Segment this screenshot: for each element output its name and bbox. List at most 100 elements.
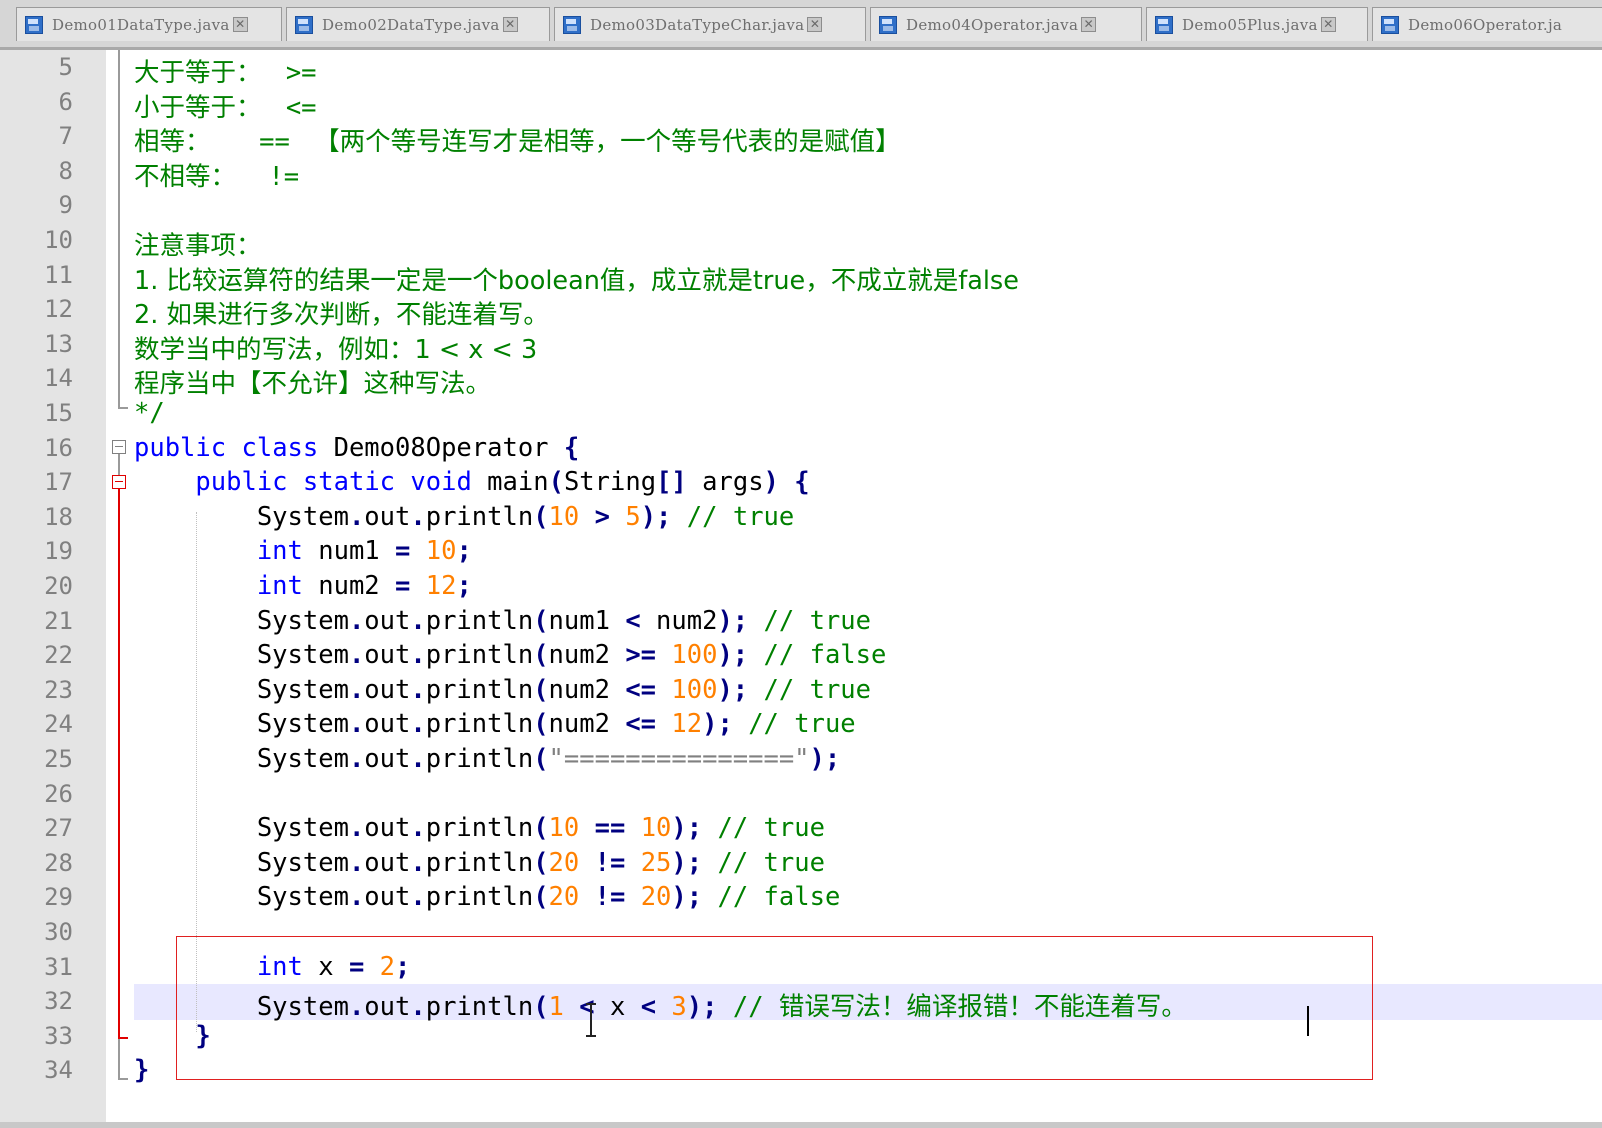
line-number: 10 (44, 226, 73, 254)
code-token: ); (702, 709, 733, 740)
code-token: } (134, 1055, 150, 1086)
code-token: = (395, 536, 411, 567)
code-token: == (259, 127, 290, 158)
code-line[interactable]: 24 System.out.println(num2 <= 12); // tr… (0, 707, 1602, 742)
code-token: ( (533, 709, 549, 740)
code-line[interactable]: 5 大于等于： >= (0, 50, 1602, 88)
code-line[interactable]: 10 注意事项： (0, 223, 1602, 261)
tab-demo02datatype[interactable]: Demo02DataType.java ✕ (286, 7, 550, 41)
status-border (0, 1122, 1602, 1128)
code-token: class (241, 432, 319, 463)
close-icon[interactable]: ✕ (502, 17, 518, 32)
code-text: System.out.println(num1 < num2); // true (134, 606, 871, 636)
code-token: { (794, 467, 810, 498)
code-token: num2 (548, 640, 626, 671)
code-text: public static void main(String[] args) { (134, 467, 810, 498)
code-token: 不相等： (134, 161, 269, 192)
close-icon[interactable]: ✕ (1320, 17, 1336, 32)
code-line[interactable]: 14 程序当中【不允许】这种写法。 (0, 361, 1602, 400)
code-line[interactable]: 27 System.out.println(10 == 10); // true (0, 811, 1602, 846)
code-token: 5 (625, 501, 641, 532)
code-text: */ (134, 398, 165, 428)
tab-label: Demo02DataType.java (322, 15, 500, 34)
code-text: int num2 = 12; (134, 571, 472, 601)
code-text: System.out.println(20 != 25); // true (134, 848, 825, 878)
tab-label: Demo03DataTypeChar.java (590, 15, 805, 34)
code-line[interactable]: 28 System.out.println(20 != 25); // true (0, 846, 1602, 881)
code-token: System (134, 640, 349, 671)
code-line[interactable]: 6 小于等于： <= (0, 85, 1602, 123)
code-token: 程序当中【不允许】这种写法。 (134, 369, 492, 400)
java-file-icon (563, 15, 581, 34)
tab-demo05plus[interactable]: Demo05Plus.java ✕ (1146, 7, 1368, 41)
code-line[interactable]: 9 (0, 188, 1602, 223)
line-number: 20 (44, 572, 73, 600)
code-line[interactable]: 12 2. 如果进行多次判断，不能连着写。 (0, 292, 1602, 330)
code-line[interactable]: 23 System.out.println(num2 <= 100); // t… (0, 673, 1602, 708)
code-token: 20 (640, 882, 672, 913)
code-line[interactable]: 15 */ (0, 396, 1602, 431)
close-icon[interactable]: ✕ (232, 17, 248, 32)
code-line[interactable]: 19 int num1 = 10; (0, 534, 1602, 569)
code-token: ( (533, 605, 549, 636)
code-text: 不相等： != (134, 156, 299, 193)
java-file-icon (295, 15, 313, 34)
line-number: 30 (44, 918, 73, 946)
code-token: 10 (425, 536, 457, 567)
tab-demo03datatypechar[interactable]: Demo03DataTypeChar.java ✕ (554, 7, 866, 41)
code-token: . (410, 847, 426, 878)
code-token: 25 (640, 847, 672, 878)
fold-collapse-icon[interactable] (112, 440, 126, 454)
code-token: // true (748, 709, 856, 740)
code-line[interactable]: 17 public static void main(String[] args… (0, 465, 1602, 500)
code-text: 2. 如果进行多次判断，不能连着写。 (134, 294, 549, 331)
code-line[interactable]: 22 System.out.println(num2 >= 100); // f… (0, 638, 1602, 673)
code-line[interactable]: 26 (0, 777, 1602, 812)
tab-demo06operator[interactable]: Demo06Operator.ja (1372, 7, 1602, 41)
code-token: println (425, 847, 534, 878)
code-token: public (134, 432, 227, 463)
line-number: 5 (58, 53, 73, 81)
tab-demo01datatype[interactable]: Demo01DataType.java ✕ (16, 7, 282, 41)
code-token: 10 (548, 813, 580, 844)
code-line[interactable]: 21 System.out.println(num1 < num2); // t… (0, 604, 1602, 639)
code-token: ); (671, 813, 703, 844)
code-line[interactable]: 29 System.out.println(20 != 20); // fals… (0, 880, 1602, 915)
code-token: out (364, 813, 411, 844)
code-line[interactable]: 11 1. 比较运算符的结果一定是一个boolean值，成立就是true，不成立就… (0, 258, 1602, 296)
code-line[interactable]: 7 相等： == 【两个等号连写才是相等，一个等号代表的是赋值】 (0, 119, 1602, 158)
code-line[interactable]: 18 System.out.println(10 > 5); // true (0, 500, 1602, 535)
code-line[interactable]: 20 int num2 = 12; (0, 569, 1602, 604)
fold-collapse-icon[interactable] (112, 475, 126, 489)
close-icon[interactable]: ✕ (1081, 17, 1097, 32)
code-text: System.out.println(20 != 20); // false (134, 882, 841, 913)
code-text: public class Demo08Operator { (134, 433, 579, 463)
code-token: = (395, 571, 411, 601)
code-token: num2 (302, 571, 396, 601)
line-number: 14 (44, 364, 73, 393)
tab-demo04operator[interactable]: Demo04Operator.java ✕ (870, 7, 1142, 41)
code-token: . (348, 882, 365, 913)
code-line[interactable]: 25 System.out.println("===============")… (0, 742, 1602, 777)
fold-line-active (118, 489, 120, 1037)
code-line[interactable]: 16 public class Demo08Operator { (0, 431, 1602, 466)
code-token: num2 (548, 709, 626, 740)
code-token: public (195, 467, 288, 498)
code-token: . (348, 674, 365, 705)
tab-bar: Demo01DataType.java ✕ Demo02DataType.jav… (0, 0, 1602, 50)
code-token: System (134, 813, 349, 844)
code-line[interactable]: 13 数学当中的写法，例如：1 < x < 3 (0, 327, 1602, 365)
code-line[interactable]: 8 不相等： != (0, 154, 1602, 192)
code-token: != (594, 882, 626, 913)
close-icon[interactable]: ✕ (807, 17, 823, 32)
code-token: ); (671, 847, 703, 878)
code-token: . (348, 813, 365, 844)
code-text: System.out.println("==============="); (134, 744, 840, 774)
